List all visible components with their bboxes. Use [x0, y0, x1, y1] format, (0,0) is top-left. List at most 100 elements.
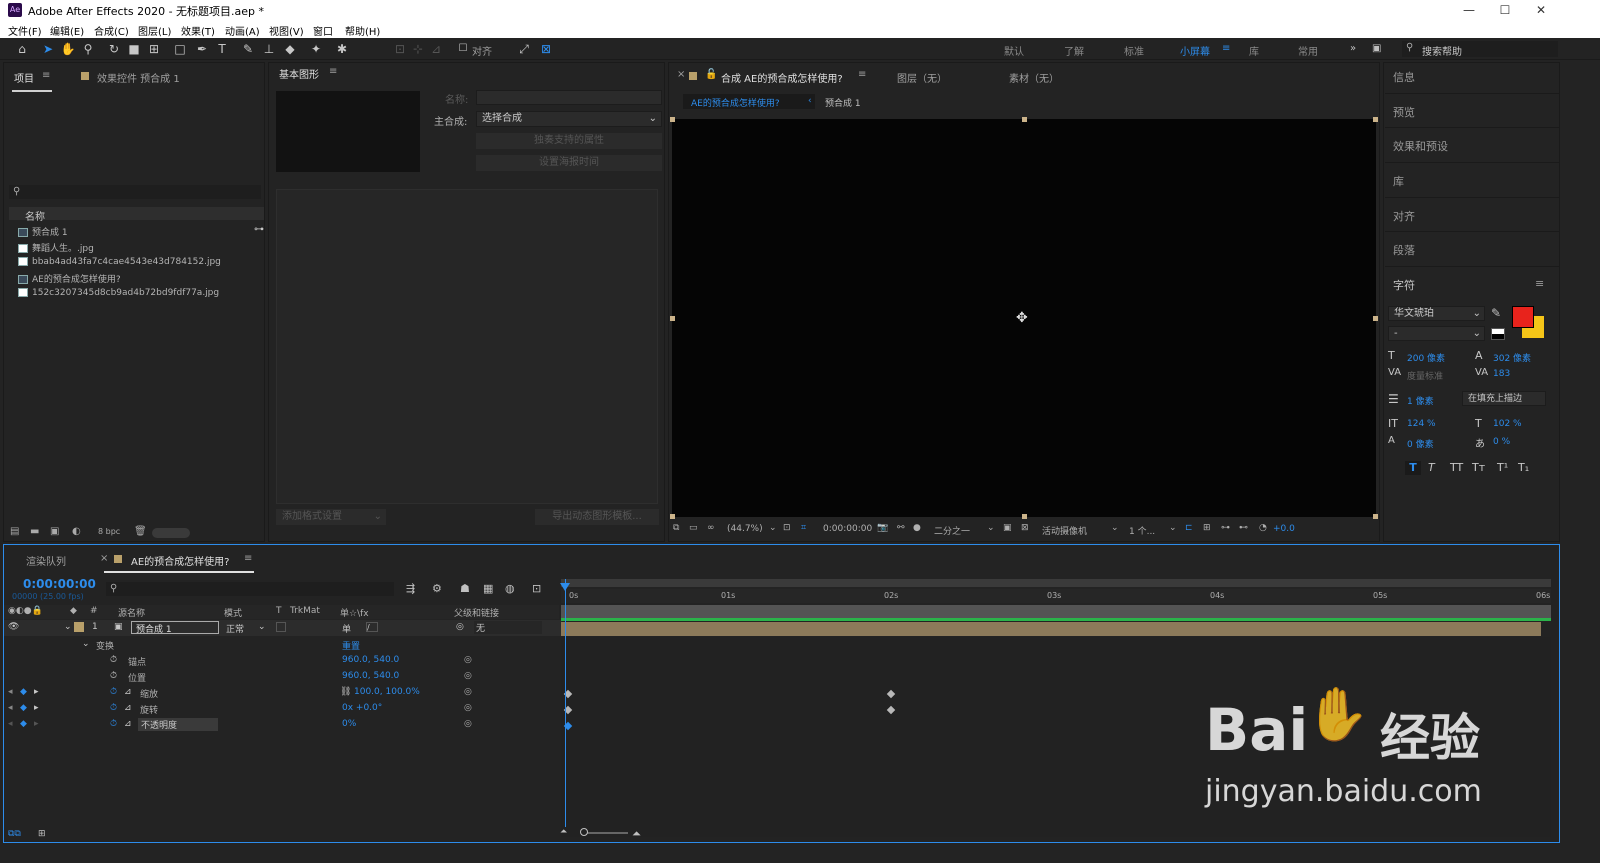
selection-tool-icon[interactable]: ➤ [40, 41, 56, 57]
close-tab-icon[interactable]: × [100, 553, 108, 564]
bounding-handle[interactable] [1022, 514, 1027, 519]
font-style-select[interactable]: - ⌄ [1388, 326, 1485, 341]
menu-help[interactable]: 帮助(H) [345, 23, 380, 38]
menu-effect[interactable]: 效果(T) [181, 23, 215, 38]
table-row[interactable]: 👁 ⌄ 1 ▣ 预合成 1 正常 ⌄ 单 / ◎ 无 [4, 620, 562, 636]
motion-blur-icon[interactable]: ◍ [505, 582, 515, 595]
exposure-value[interactable]: +0.0 [1273, 524, 1295, 534]
transparency-grid-icon[interactable]: ⊠ [1021, 523, 1029, 533]
graph-icon[interactable]: ⊿ [124, 687, 132, 697]
prev-keyframe-icon[interactable]: ◂ [8, 703, 13, 713]
property-row[interactable]: ⏱ 位置 960.0, 540.0 ◎ [4, 669, 562, 685]
playhead-line[interactable] [565, 579, 566, 827]
list-item[interactable]: bbab4ad43fa7c4cae4543e43d784152.jpg [18, 257, 221, 267]
composition-viewer[interactable]: ✥ [670, 117, 1378, 519]
sidebar-item-effects-presets[interactable]: 效果和预设 [1393, 138, 1448, 154]
label-color-icon[interactable] [74, 622, 84, 632]
sidebar-item-align[interactable]: 对齐 [1393, 208, 1415, 224]
lock-icon[interactable]: 🔓 [705, 69, 717, 80]
hand-tool-icon[interactable]: ✋ [60, 41, 76, 57]
current-time[interactable]: 0:00:00:00 [823, 524, 872, 534]
next-keyframe-icon[interactable]: ▸ [34, 687, 39, 697]
workspace-library[interactable]: 库 [1249, 43, 1259, 58]
stopwatch-icon[interactable]: ⏱ [110, 671, 117, 681]
constrain-link-icon[interactable]: ⛓ [340, 687, 351, 697]
bit-depth-button[interactable]: 8 bpc [98, 527, 120, 536]
menu-layer[interactable]: 图层(L) [138, 23, 171, 38]
sidebar-item-preview[interactable]: 预览 [1393, 104, 1415, 120]
draft-3d-icon[interactable]: ⚙ [432, 582, 442, 595]
export-mogrt-button[interactable]: 导出动态图形模板... [535, 509, 659, 525]
panel-menu-icon[interactable]: ≡ [42, 70, 50, 81]
reset-link[interactable]: 重置 [342, 639, 360, 652]
menu-view[interactable]: 视图(V) [269, 23, 304, 38]
type-tool-icon[interactable]: T [214, 41, 230, 57]
faux-bold-icon[interactable]: T [1405, 461, 1421, 475]
blend-mode-select[interactable]: 正常 [226, 622, 244, 635]
zoom-tool-icon[interactable]: ⚲ [80, 41, 96, 57]
tab-effect-controls[interactable]: 效果控件 预合成 1 [97, 70, 180, 85]
comp-flowchart-icon[interactable]: ⊶ [1221, 523, 1230, 533]
sidebar-item-library[interactable]: 库 [1393, 173, 1404, 189]
clone-stamp-icon[interactable]: ⊥ [261, 41, 277, 57]
tab-layer[interactable]: 图层（无） [897, 70, 947, 85]
workspace-menu-icon[interactable]: ≡ [1222, 43, 1230, 54]
tab-essential-graphics[interactable]: 基本图形 [279, 66, 319, 81]
eye-icon[interactable]: 👁 [8, 622, 19, 632]
list-item[interactable]: AE的预合成怎样使用? [18, 272, 121, 285]
stroke-width-value[interactable]: 1 像素 [1407, 394, 1434, 407]
transform-row[interactable]: ⌄ 变换 重置 [4, 637, 562, 653]
master-composition-select[interactable]: 选择合成 ⌄ [476, 111, 662, 127]
stopwatch-icon[interactable]: ⏱ [110, 703, 117, 713]
more-workspaces-icon[interactable]: » [1350, 43, 1356, 54]
sidebar-item-paragraph[interactable]: 段落 [1393, 242, 1415, 258]
eyedropper-icon[interactable]: ✎ [1491, 306, 1501, 320]
flowchart-icon[interactable]: ⊶ [254, 224, 264, 235]
time-ruler[interactable]: 0s 01s 02s 03s 04s 05s 06s [561, 589, 1551, 603]
property-row[interactable]: ◂ ◆ ▸ ⏱ ⊿ 不透明度 0% ◎ [4, 717, 562, 733]
rectangle-tool-icon[interactable]: □ [172, 41, 188, 57]
local-axis-icon[interactable]: ⊡ [392, 41, 408, 57]
timeline-search-input[interactable]: ⚲ [106, 582, 394, 596]
shy-icon[interactable]: ☗ [460, 582, 470, 595]
help-search[interactable]: ⚲ 搜索帮助 [1402, 41, 1558, 58]
region-of-interest-icon[interactable]: ▣ [1003, 523, 1012, 533]
bounding-handle[interactable] [670, 117, 675, 122]
property-value[interactable]: 100.0, 100.0% [354, 687, 420, 697]
pen-tool-icon[interactable]: ✒ [194, 41, 210, 57]
add-keyframe-icon[interactable]: ◆ [20, 687, 27, 697]
stopwatch-icon[interactable]: ⏱ [110, 719, 117, 729]
list-item[interactable]: 预合成 1 [18, 225, 68, 238]
project-search-input[interactable]: ⚲ [9, 185, 261, 199]
panel-menu-icon[interactable]: ≡ [1535, 277, 1544, 290]
brush-tool-icon[interactable]: ✎ [240, 41, 256, 57]
fill-color-swatch[interactable] [1512, 306, 1534, 328]
property-value[interactable]: 0x +0.0° [342, 703, 382, 713]
list-item[interactable]: 舞蹈人生。.jpg [18, 241, 94, 254]
bounding-handle[interactable] [1373, 316, 1378, 321]
workspace-small-screen[interactable]: 小屏幕 [1180, 43, 1210, 58]
column-trkmat[interactable]: TrkMat [290, 606, 320, 616]
workspace-default[interactable]: 默认 [1004, 43, 1024, 58]
bounding-handle[interactable] [1022, 117, 1027, 122]
workspace-learn[interactable]: 了解 [1064, 43, 1084, 58]
keyframe-area[interactable] [561, 637, 1551, 837]
expand-arrow-icon[interactable]: ⌄ [64, 622, 72, 632]
sidebar-item-info[interactable]: 信息 [1393, 69, 1415, 85]
add-formatting-select[interactable]: 添加格式设置 ⌄ [276, 509, 386, 525]
add-keyframe-icon[interactable]: ◆ [20, 719, 27, 729]
flowchart-icon[interactable]: ⊷ [1239, 523, 1248, 533]
world-axis-icon[interactable]: ⊹ [410, 41, 426, 57]
work-area-bar[interactable] [561, 579, 1551, 587]
prev-keyframe-icon[interactable]: ◂ [8, 719, 13, 729]
property-row[interactable]: ◂ ◆ ▸ ⏱ ⊿ 缩放 ⛓ 100.0, 100.0% ◎ [4, 685, 562, 701]
timeline-icon[interactable]: ⊞ [1203, 523, 1211, 533]
all-caps-icon[interactable]: TT [1450, 461, 1463, 474]
pickwhip-icon[interactable]: ◎ [464, 655, 472, 665]
graph-icon[interactable]: ⊿ [124, 703, 132, 713]
comp-mini-flowchart-icon[interactable]: ⇶ [406, 582, 415, 595]
property-value[interactable]: 960.0, 540.0 [342, 655, 399, 665]
monitor-icon[interactable]: ▭ [689, 523, 698, 533]
minimize-button[interactable]: — [1451, 0, 1487, 20]
prev-keyframe-icon[interactable]: ◂ [8, 687, 13, 697]
